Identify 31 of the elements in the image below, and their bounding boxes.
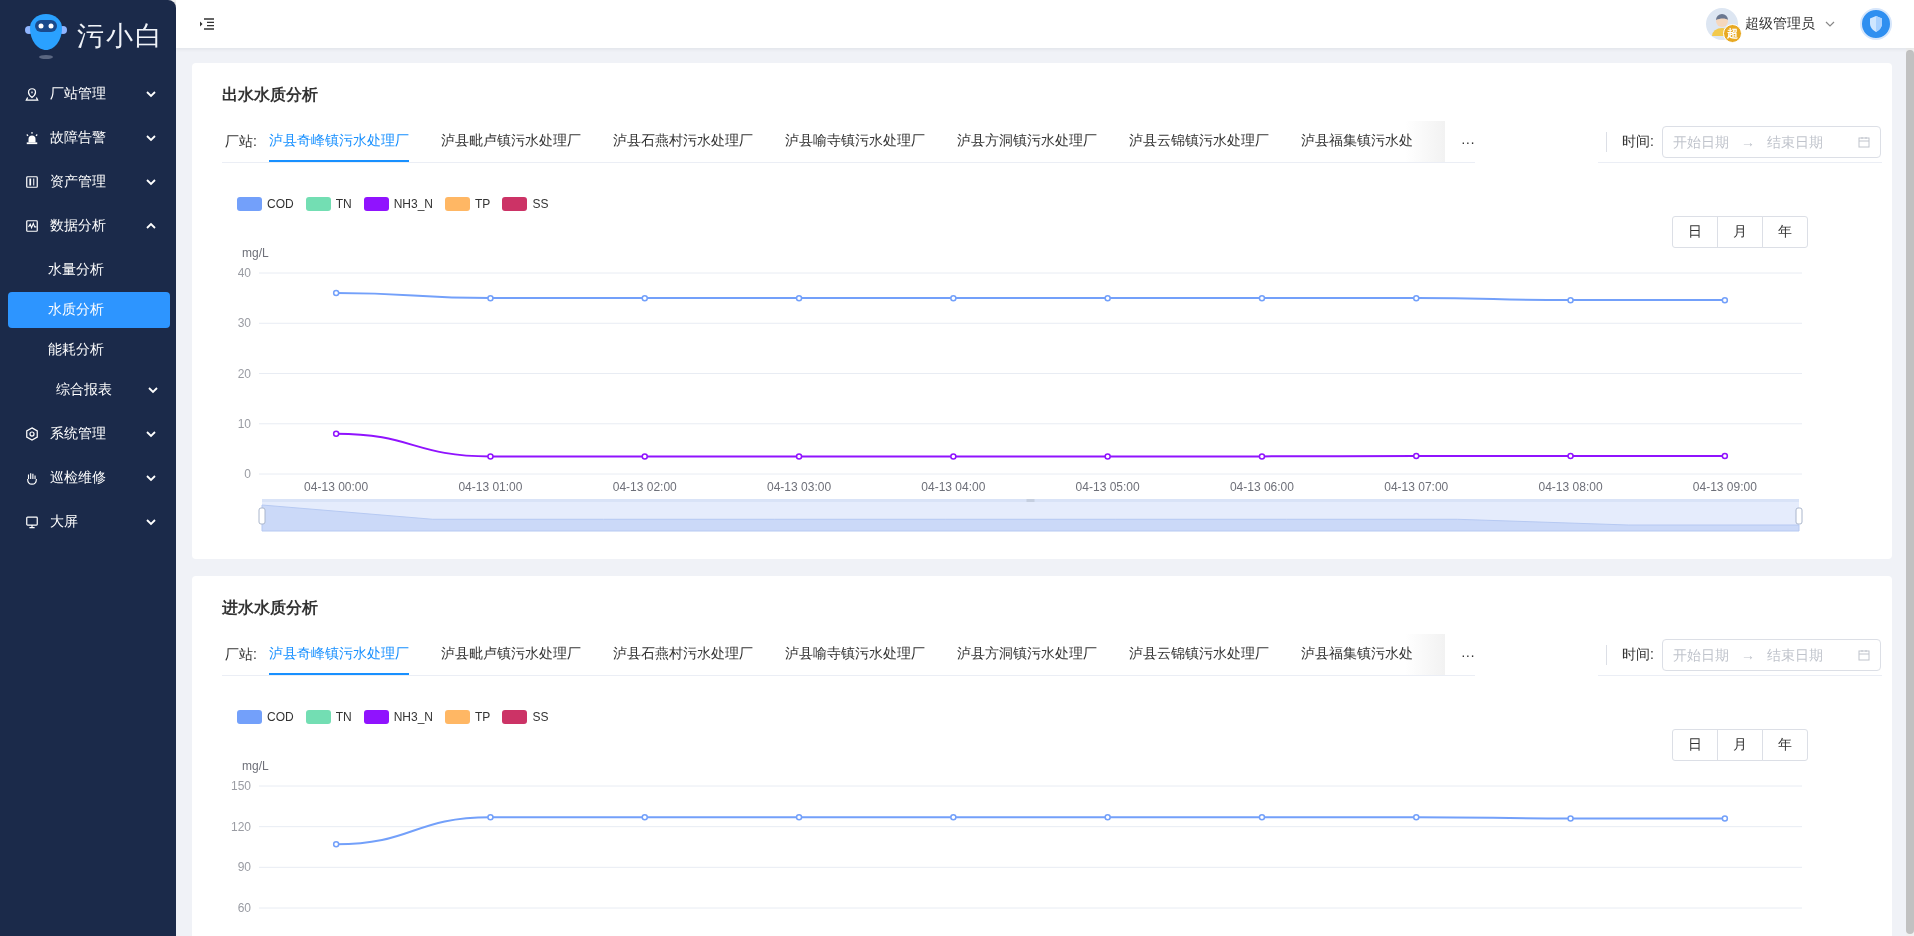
axis-tick-label: 04-13 04:00 bbox=[921, 480, 986, 494]
station-label: 厂站: bbox=[224, 131, 257, 151]
axis-tick-label: 04-13 08:00 bbox=[1538, 480, 1603, 494]
avatar-badge: 超 bbox=[1723, 24, 1742, 43]
station-label: 厂站: bbox=[224, 644, 257, 664]
axis-tick-label: 04-13 00:00 bbox=[304, 480, 369, 494]
axis-tick-label: 04-13 02:00 bbox=[612, 480, 677, 494]
axis-tick-label: 150 bbox=[230, 779, 251, 793]
axis-tick-label: 0 bbox=[244, 467, 251, 481]
axis-title: mg/L bbox=[242, 246, 269, 260]
time-label: 时间: bbox=[1622, 132, 1654, 151]
axis-tick-label: 04-13 03:00 bbox=[767, 480, 832, 494]
logo-text: 污小白 bbox=[77, 20, 164, 53]
axis-tick-label: 10 bbox=[237, 416, 251, 431]
axis-tick-label: 40 bbox=[237, 266, 251, 280]
range-separator: → bbox=[1740, 133, 1755, 150]
axis-tick-label: 20 bbox=[237, 366, 251, 381]
time-label: 时间: bbox=[1622, 645, 1654, 664]
axis-tick-label: 04-13 05:00 bbox=[1075, 480, 1140, 494]
axis-tick-label: 04-13 09:00 bbox=[1692, 480, 1757, 494]
axis-title: mg/L bbox=[242, 759, 269, 773]
axis-tick-label: 04-13 06:00 bbox=[1229, 480, 1294, 494]
axis-tick-label: 120 bbox=[230, 819, 251, 834]
range-separator: → bbox=[1740, 646, 1755, 663]
axis-tick-label: 60 bbox=[237, 901, 251, 915]
axis-tick-label: 90 bbox=[237, 860, 251, 875]
axis-tick-label: 04-13 01:00 bbox=[458, 480, 523, 494]
card-title: 进水水质分析 bbox=[222, 598, 319, 618]
axis-tick-label: 30 bbox=[237, 316, 251, 331]
axis-tick-label: 04-13 07:00 bbox=[1384, 480, 1449, 494]
card-title: 出水水质分析 bbox=[222, 85, 319, 105]
